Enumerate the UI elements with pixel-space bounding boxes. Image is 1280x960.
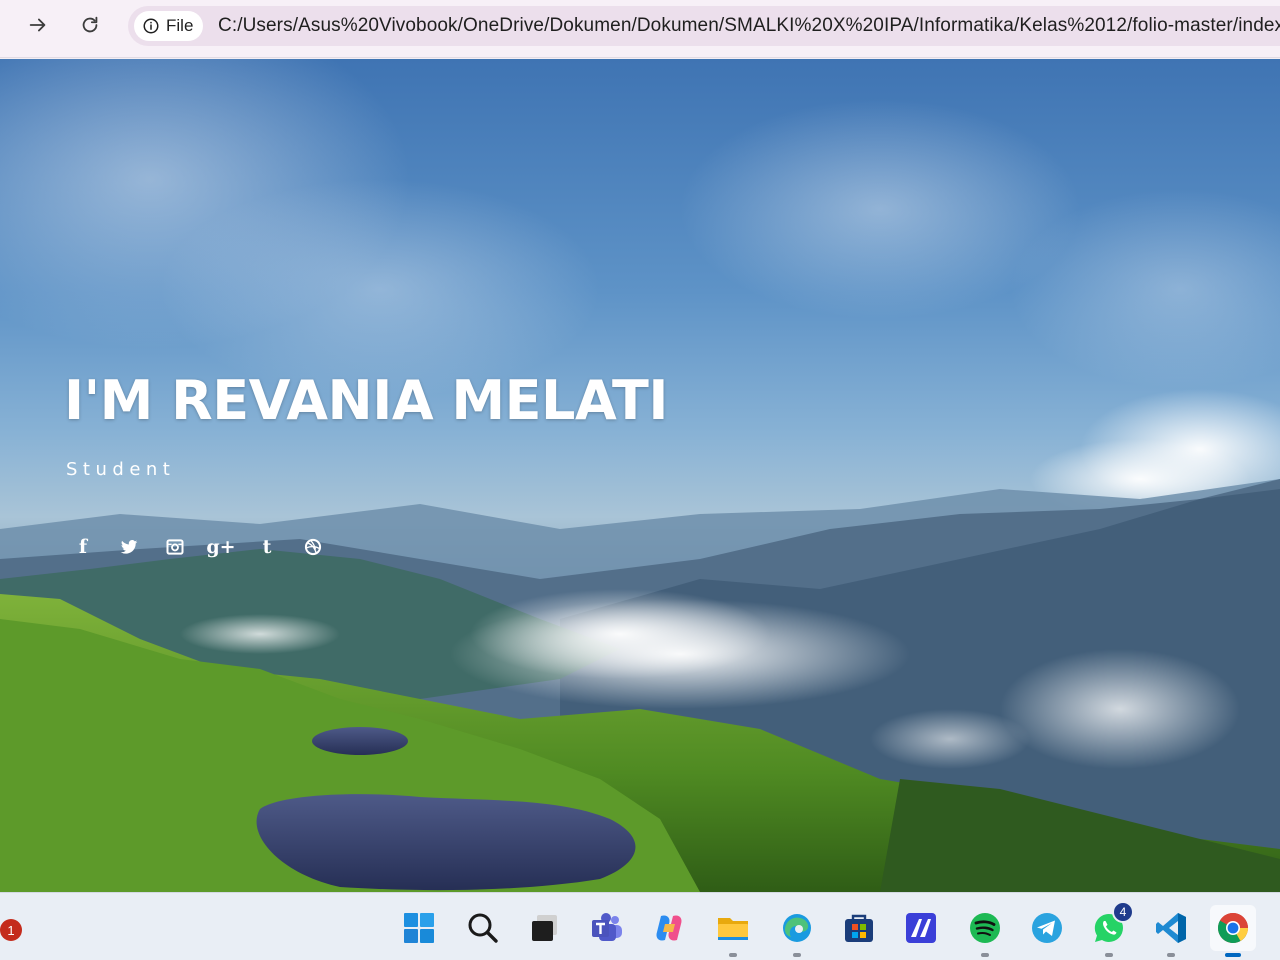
- forward-button[interactable]: [19, 9, 57, 41]
- tumblr-icon[interactable]: t: [244, 533, 290, 561]
- twitter-bird-icon: [120, 539, 138, 554]
- running-indicator: [981, 953, 989, 957]
- hero-section: I'M REVANIA MELATI Student f g+ t: [0, 59, 1280, 892]
- telegram-button[interactable]: [1024, 905, 1070, 951]
- spotify-button[interactable]: [962, 905, 1008, 957]
- active-indicator: [1225, 953, 1241, 957]
- address-bar[interactable]: File C:/Users/Asus%20Vivobook/OneDrive/D…: [128, 6, 1280, 46]
- vscode-button[interactable]: [1148, 905, 1194, 957]
- microsoft-store-icon: [845, 914, 873, 942]
- start-button[interactable]: [396, 905, 442, 951]
- reload-button[interactable]: [71, 9, 109, 41]
- hero-subtitle: Student: [66, 459, 176, 480]
- task-view-button[interactable]: [522, 905, 568, 951]
- copilot-icon: [656, 915, 682, 941]
- google-plus-icon[interactable]: g+: [198, 533, 244, 561]
- instagram-icon[interactable]: [152, 533, 198, 561]
- windows-taskbar: 1 4: [0, 892, 1280, 960]
- file-explorer-button[interactable]: [710, 905, 756, 957]
- browser-toolbar: File C:/Users/Asus%20Vivobook/OneDrive/D…: [0, 0, 1280, 58]
- info-icon: [143, 18, 159, 34]
- arrow-right-icon: [29, 18, 46, 32]
- notification-badge: 1: [0, 919, 22, 941]
- ai-app-button[interactable]: [898, 905, 944, 951]
- site-info-chip[interactable]: File: [134, 11, 204, 41]
- reload-icon: [82, 16, 98, 33]
- teams-icon: [592, 913, 622, 941]
- weather-widget[interactable]: 1: [0, 907, 22, 943]
- facebook-icon[interactable]: f: [60, 533, 106, 561]
- camera-icon: [166, 539, 184, 555]
- twitter-icon[interactable]: [106, 533, 152, 561]
- search-icon: [468, 913, 498, 943]
- chrome-icon: [1218, 912, 1248, 944]
- file-explorer-icon: [718, 918, 748, 940]
- site-info-label: File: [166, 16, 194, 35]
- hero-background-image: [0, 59, 1280, 892]
- copilot-button[interactable]: [646, 905, 692, 951]
- ai-app-icon: [906, 913, 936, 943]
- start-icon: [404, 913, 434, 943]
- edge-button[interactable]: [774, 905, 820, 957]
- tumblr-glyph: t: [262, 536, 272, 558]
- teams-button[interactable]: [584, 905, 630, 951]
- vscode-icon: [1156, 913, 1186, 943]
- google-plus-glyph: g+: [206, 536, 236, 558]
- search-button[interactable]: [460, 905, 506, 951]
- edge-icon: [783, 914, 811, 942]
- running-indicator: [793, 953, 801, 957]
- unread-badge: 4: [1112, 901, 1134, 923]
- running-indicator: [1105, 953, 1113, 957]
- running-indicator: [729, 953, 737, 957]
- chrome-button[interactable]: [1210, 905, 1256, 957]
- dribbble-icon[interactable]: [290, 533, 336, 561]
- telegram-icon: [1032, 913, 1062, 943]
- task-view-icon: [532, 915, 557, 941]
- dribbble-ball-icon: [304, 538, 322, 556]
- url-text[interactable]: C:/Users/Asus%20Vivobook/OneDrive/Dokume…: [218, 15, 1280, 37]
- facebook-glyph: f: [78, 536, 88, 558]
- spotify-icon: [970, 913, 1000, 943]
- microsoft-store-button[interactable]: [836, 905, 882, 951]
- whatsapp-button[interactable]: 4: [1086, 901, 1134, 957]
- running-indicator: [1167, 953, 1175, 957]
- hero-title: I'M REVANIA MELATI: [64, 369, 668, 432]
- social-links: f g+ t: [60, 533, 336, 561]
